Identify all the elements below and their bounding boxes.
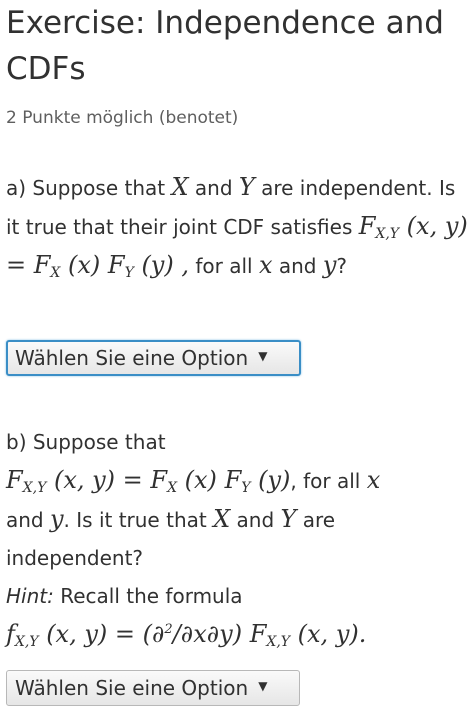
dropdown-arrow-icon: ▼ xyxy=(258,349,268,363)
question-a-text-part: ? xyxy=(336,254,348,278)
formula-symbol: f xyxy=(6,620,15,648)
variable-y: y xyxy=(322,251,337,279)
formula-symbol: F xyxy=(249,620,267,648)
formula-subscript: X,Y xyxy=(375,226,400,242)
formula-symbol: F xyxy=(6,466,23,494)
formula-part: /∂x∂y) xyxy=(172,620,250,648)
formula-symbol: F xyxy=(107,251,125,279)
question-a-text: a) Suppose that X and Y are independent.… xyxy=(6,168,472,285)
question-a-answer-select[interactable]: Wählen Sie eine Option ▼ xyxy=(6,340,301,376)
hint-label: Hint: xyxy=(6,584,54,608)
joint-cdf-formula: FX,Y (x, y) = FX (x) FY (y) xyxy=(6,466,291,496)
formula-subscript: X,Y xyxy=(266,634,291,650)
formula-symbol: F xyxy=(150,466,168,494)
density-formula: fX,Y (x, y) = (∂2/∂x∂y) FX,Y (x, y). xyxy=(6,620,367,650)
variable-x: X xyxy=(171,173,189,201)
question-a-text-part: for all xyxy=(188,254,259,278)
formula-symbol: F xyxy=(33,251,51,279)
question-b-text-part: , for all xyxy=(290,469,367,493)
points-possible: 2 Punkte möglich (benotet) xyxy=(6,108,239,128)
question-a-text-part: and xyxy=(272,254,323,278)
formula-subscript: X xyxy=(50,265,61,281)
hint-text: Recall the formula xyxy=(53,584,243,608)
formula-part: (y) xyxy=(250,466,291,494)
variable-y: Y xyxy=(238,173,255,201)
dropdown-arrow-icon: ▼ xyxy=(258,679,268,693)
formula-part: (x) xyxy=(177,466,225,494)
question-b-text: b) Suppose that FX,Y (x, y) = FX (x) FY … xyxy=(6,423,472,654)
select-label: Wählen Sie eine Option xyxy=(15,676,249,700)
formula-subscript: X xyxy=(167,480,178,496)
formula-subscript: X,Y xyxy=(22,480,47,496)
question-a-text-part: a) Suppose that xyxy=(6,176,172,200)
question-b-text-part: and xyxy=(230,508,281,532)
question-a-text-part: and xyxy=(188,176,239,200)
variable-x: X xyxy=(213,505,231,533)
variable-y: y xyxy=(49,505,64,533)
select-label: Wählen Sie eine Option xyxy=(15,346,249,370)
variable-x: x xyxy=(258,251,273,279)
formula-subscript: Y xyxy=(124,265,134,281)
exercise-title: Exercise: Independence and CDFs xyxy=(6,5,444,87)
formula-symbol: F xyxy=(358,212,376,240)
question-b-answer-select[interactable]: Wählen Sie eine Option ▼ xyxy=(6,670,300,706)
question-b-text-part: b) Suppose that xyxy=(6,430,166,454)
variable-y: Y xyxy=(280,505,297,533)
formula-part: (y) , xyxy=(133,251,189,279)
variable-x: x xyxy=(366,466,381,494)
question-b-text-part: and xyxy=(6,508,50,532)
formula-part: (x, y) = xyxy=(46,466,151,494)
formula-part: (x, y). xyxy=(290,620,367,648)
formula-part: (x, y) = (∂ xyxy=(38,620,165,648)
formula-superscript: 2 xyxy=(164,622,173,637)
formula-subscript: X,Y xyxy=(14,634,39,650)
question-b-text-part: . Is it true that xyxy=(63,508,214,532)
formula-part: (x) xyxy=(60,251,108,279)
formula-symbol: F xyxy=(224,466,242,494)
